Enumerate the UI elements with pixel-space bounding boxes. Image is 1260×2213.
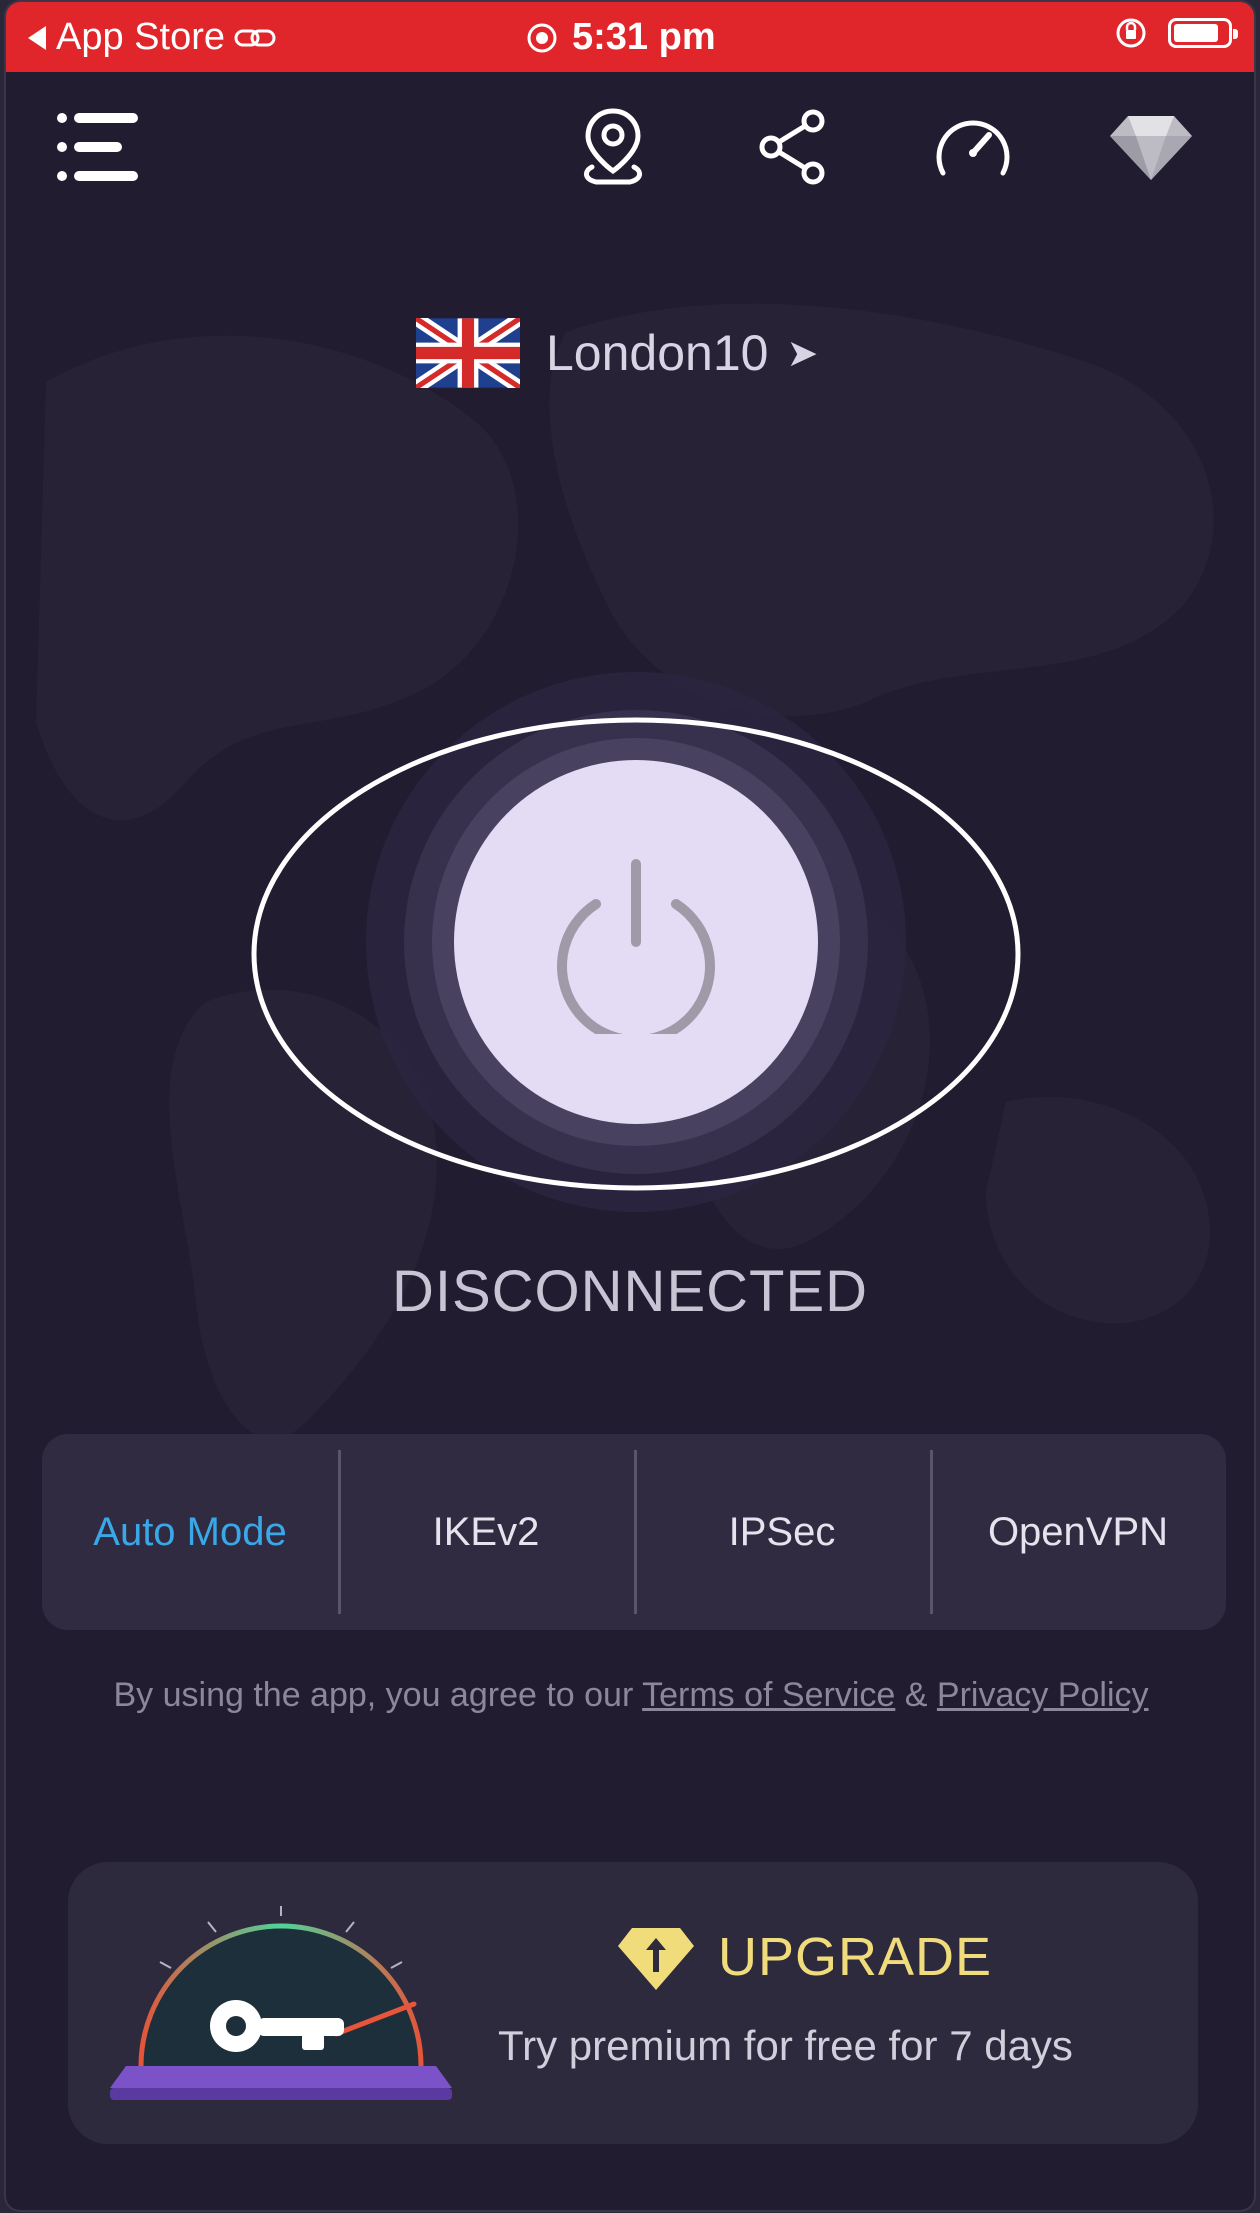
share-icon <box>759 109 825 185</box>
back-to-app-store[interactable]: App Store <box>28 16 277 59</box>
premium-speed-key-illustration <box>110 1906 452 2100</box>
hamburger-menu-icon <box>57 113 138 181</box>
upgrade-gem-icon <box>618 1928 694 1990</box>
link-icon <box>234 29 276 46</box>
protocol-ipsec[interactable]: IPSec <box>634 1434 930 1630</box>
location-button[interactable] <box>568 102 658 192</box>
protocol-ikev2[interactable]: IKEv2 <box>338 1434 634 1630</box>
power-icon <box>557 859 715 1034</box>
upgrade-title: UPGRADE <box>718 1927 993 1987</box>
status-right-icons <box>1114 16 1238 50</box>
status-bar: App Store 5:31 pm <box>6 2 1254 72</box>
share-button[interactable] <box>750 102 840 192</box>
chevron-right-icon: ➤ <box>786 332 819 375</box>
status-time-group: 5:31 pm <box>526 16 716 59</box>
privacy-policy-link[interactable]: Privacy Policy <box>937 1676 1149 1714</box>
uk-flag-icon <box>416 318 520 388</box>
screen-record-icon <box>527 23 557 52</box>
terms-joiner: & <box>895 1676 937 1714</box>
diamond-icon <box>1110 116 1192 180</box>
upgrade-subtitle: Try premium for free for 7 days <box>498 2022 1073 2069</box>
server-name: London10 <box>546 325 769 381</box>
server-location-selector[interactable]: London10 ➤ <box>416 318 818 388</box>
protocol-selector: Auto Mode IKEv2 IPSec OpenVPN <box>42 1434 1226 1630</box>
protocol-auto-mode[interactable]: Auto Mode <box>42 1434 338 1630</box>
upgrade-card[interactable]: UPGRADE Try premium for free for 7 days <box>68 1862 1198 2144</box>
terms-notice: By using the app, you agree to our Terms… <box>66 1672 1196 1718</box>
connection-state-label: DISCONNECTED <box>391 1259 869 1324</box>
battery-icon <box>1168 18 1238 48</box>
back-label: App Store <box>56 16 225 58</box>
app-screen: App Store 5:31 pm London10 ➤ DISCONNECTE… <box>6 2 1254 2210</box>
back-arrow-icon <box>28 25 46 50</box>
menu-button[interactable] <box>54 102 144 192</box>
rotation-lock-icon <box>1116 18 1146 48</box>
terms-prefix: By using the app, you agree to our <box>113 1676 643 1714</box>
protocol-openvpn[interactable]: OpenVPN <box>930 1434 1226 1630</box>
terms-of-service-link[interactable]: Terms of Service <box>642 1676 895 1714</box>
status-time: 5:31 pm <box>572 16 716 58</box>
premium-button[interactable] <box>1106 102 1196 192</box>
speedometer-icon <box>936 120 1010 176</box>
location-pin-icon <box>584 108 642 185</box>
speed-test-button[interactable] <box>928 102 1018 192</box>
connect-power-button[interactable] <box>454 760 818 1124</box>
